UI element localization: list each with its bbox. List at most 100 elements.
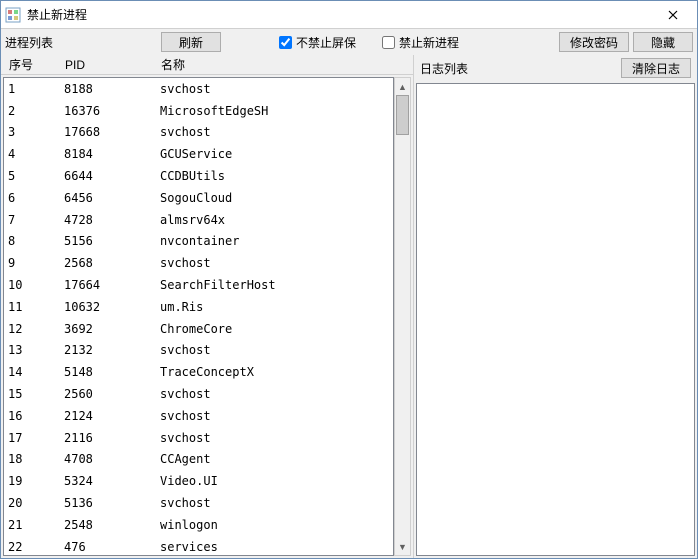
table-row[interactable]: 317668svchost (4, 122, 393, 144)
cell-name: winlogon (160, 518, 393, 532)
table-row[interactable]: 212548winlogon (4, 514, 393, 536)
window-title: 禁止新进程 (27, 6, 653, 23)
cell-name: svchost (160, 409, 393, 423)
cell-name: svchost (160, 82, 393, 96)
clear-log-button[interactable]: 清除日志 (621, 58, 691, 78)
column-headers: 序号 PID 名称 (1, 55, 413, 75)
cell-name: svchost (160, 125, 393, 139)
cell-name: um.Ris (160, 300, 393, 314)
scroll-track[interactable] (395, 95, 410, 538)
cell-seq: 22 (8, 540, 64, 554)
toolbar: 进程列表 刷新 不禁止屏保 禁止新进程 修改密码 隐藏 (1, 29, 697, 55)
cell-seq: 15 (8, 387, 64, 401)
table-row[interactable]: 205136svchost (4, 492, 393, 514)
process-list[interactable]: 18188svchost216376MicrosoftEdgeSH317668s… (3, 77, 394, 556)
cell-pid: 5148 (64, 365, 160, 379)
cell-name: nvcontainer (160, 234, 393, 248)
refresh-button[interactable]: 刷新 (161, 32, 221, 52)
table-row[interactable]: 132132svchost (4, 340, 393, 362)
main-window: 禁止新进程 进程列表 刷新 不禁止屏保 禁止新进程 修改密码 隐藏 序号 PID… (0, 0, 698, 559)
list-wrap: 18188svchost216376MicrosoftEdgeSH317668s… (1, 75, 413, 558)
allow-screensaver-checkbox[interactable]: 不禁止屏保 (279, 34, 356, 51)
table-row[interactable]: 18188svchost (4, 78, 393, 100)
cell-pid: 6644 (64, 169, 160, 183)
cell-pid: 5156 (64, 234, 160, 248)
cell-name: GCUService (160, 147, 393, 161)
right-panel: 日志列表 清除日志 (414, 55, 697, 558)
log-toolbar: 日志列表 清除日志 (414, 55, 697, 81)
cell-seq: 9 (8, 256, 64, 270)
cell-seq: 7 (8, 213, 64, 227)
table-row[interactable]: 66456SogouCloud (4, 187, 393, 209)
cell-pid: 4728 (64, 213, 160, 227)
cell-pid: 16376 (64, 104, 160, 118)
cell-name: MicrosoftEdgeSH (160, 104, 393, 118)
table-row[interactable]: 1017664SearchFilterHost (4, 274, 393, 296)
cell-pid: 17664 (64, 278, 160, 292)
cell-name: CCDBUtils (160, 169, 393, 183)
titlebar: 禁止新进程 (1, 1, 697, 29)
cell-pid: 4708 (64, 452, 160, 466)
table-row[interactable]: 195324Video.UI (4, 470, 393, 492)
process-list-label: 进程列表 (5, 34, 53, 51)
cell-pid: 17668 (64, 125, 160, 139)
cell-name: services (160, 540, 393, 554)
table-row[interactable]: 123692ChromeCore (4, 318, 393, 340)
table-row[interactable]: 92568svchost (4, 252, 393, 274)
cell-seq: 8 (8, 234, 64, 248)
cell-seq: 10 (8, 278, 64, 292)
table-row[interactable]: 152560svchost (4, 383, 393, 405)
cell-name: svchost (160, 431, 393, 445)
cell-pid: 6456 (64, 191, 160, 205)
table-row[interactable]: 145148TraceConceptX (4, 361, 393, 383)
scroll-down-icon[interactable]: ▼ (395, 538, 410, 555)
col-seq: 序号 (9, 56, 65, 73)
app-icon (5, 7, 21, 23)
table-row[interactable]: 216376MicrosoftEdgeSH (4, 100, 393, 122)
cell-pid: 2116 (64, 431, 160, 445)
cell-pid: 2548 (64, 518, 160, 532)
cell-pid: 8184 (64, 147, 160, 161)
close-button[interactable] (653, 1, 693, 28)
scrollbar[interactable]: ▲ ▼ (394, 77, 411, 556)
cell-name: SearchFilterHost (160, 278, 393, 292)
cell-seq: 19 (8, 474, 64, 488)
cell-pid: 2124 (64, 409, 160, 423)
cell-seq: 20 (8, 496, 64, 510)
cell-pid: 2132 (64, 343, 160, 357)
cell-pid: 5136 (64, 496, 160, 510)
scroll-thumb[interactable] (396, 95, 409, 135)
table-row[interactable]: 48184GCUService (4, 143, 393, 165)
cell-pid: 476 (64, 540, 160, 554)
cell-pid: 2560 (64, 387, 160, 401)
scroll-up-icon[interactable]: ▲ (395, 78, 410, 95)
hide-button[interactable]: 隐藏 (633, 32, 693, 52)
cell-seq: 14 (8, 365, 64, 379)
block-new-process-input[interactable] (382, 36, 395, 49)
table-row[interactable]: 1110632um.Ris (4, 296, 393, 318)
cell-pid: 3692 (64, 322, 160, 336)
cell-name: Video.UI (160, 474, 393, 488)
cell-seq: 11 (8, 300, 64, 314)
table-row[interactable]: 56644CCDBUtils (4, 165, 393, 187)
table-row[interactable]: 74728almsrv64x (4, 209, 393, 231)
log-area[interactable] (416, 83, 695, 556)
table-row[interactable]: 184708CCAgent (4, 449, 393, 471)
cell-name: TraceConceptX (160, 365, 393, 379)
cell-name: ChromeCore (160, 322, 393, 336)
cell-seq: 18 (8, 452, 64, 466)
cell-seq: 6 (8, 191, 64, 205)
allow-screensaver-label: 不禁止屏保 (296, 34, 356, 51)
table-row[interactable]: 22476services (4, 536, 393, 556)
allow-screensaver-input[interactable] (279, 36, 292, 49)
cell-seq: 5 (8, 169, 64, 183)
table-row[interactable]: 172116svchost (4, 427, 393, 449)
change-password-button[interactable]: 修改密码 (559, 32, 629, 52)
table-row[interactable]: 85156nvcontainer (4, 231, 393, 253)
block-new-process-checkbox[interactable]: 禁止新进程 (382, 34, 459, 51)
cell-name: svchost (160, 496, 393, 510)
cell-name: svchost (160, 256, 393, 270)
cell-seq: 17 (8, 431, 64, 445)
col-name: 名称 (161, 56, 413, 73)
table-row[interactable]: 162124svchost (4, 405, 393, 427)
